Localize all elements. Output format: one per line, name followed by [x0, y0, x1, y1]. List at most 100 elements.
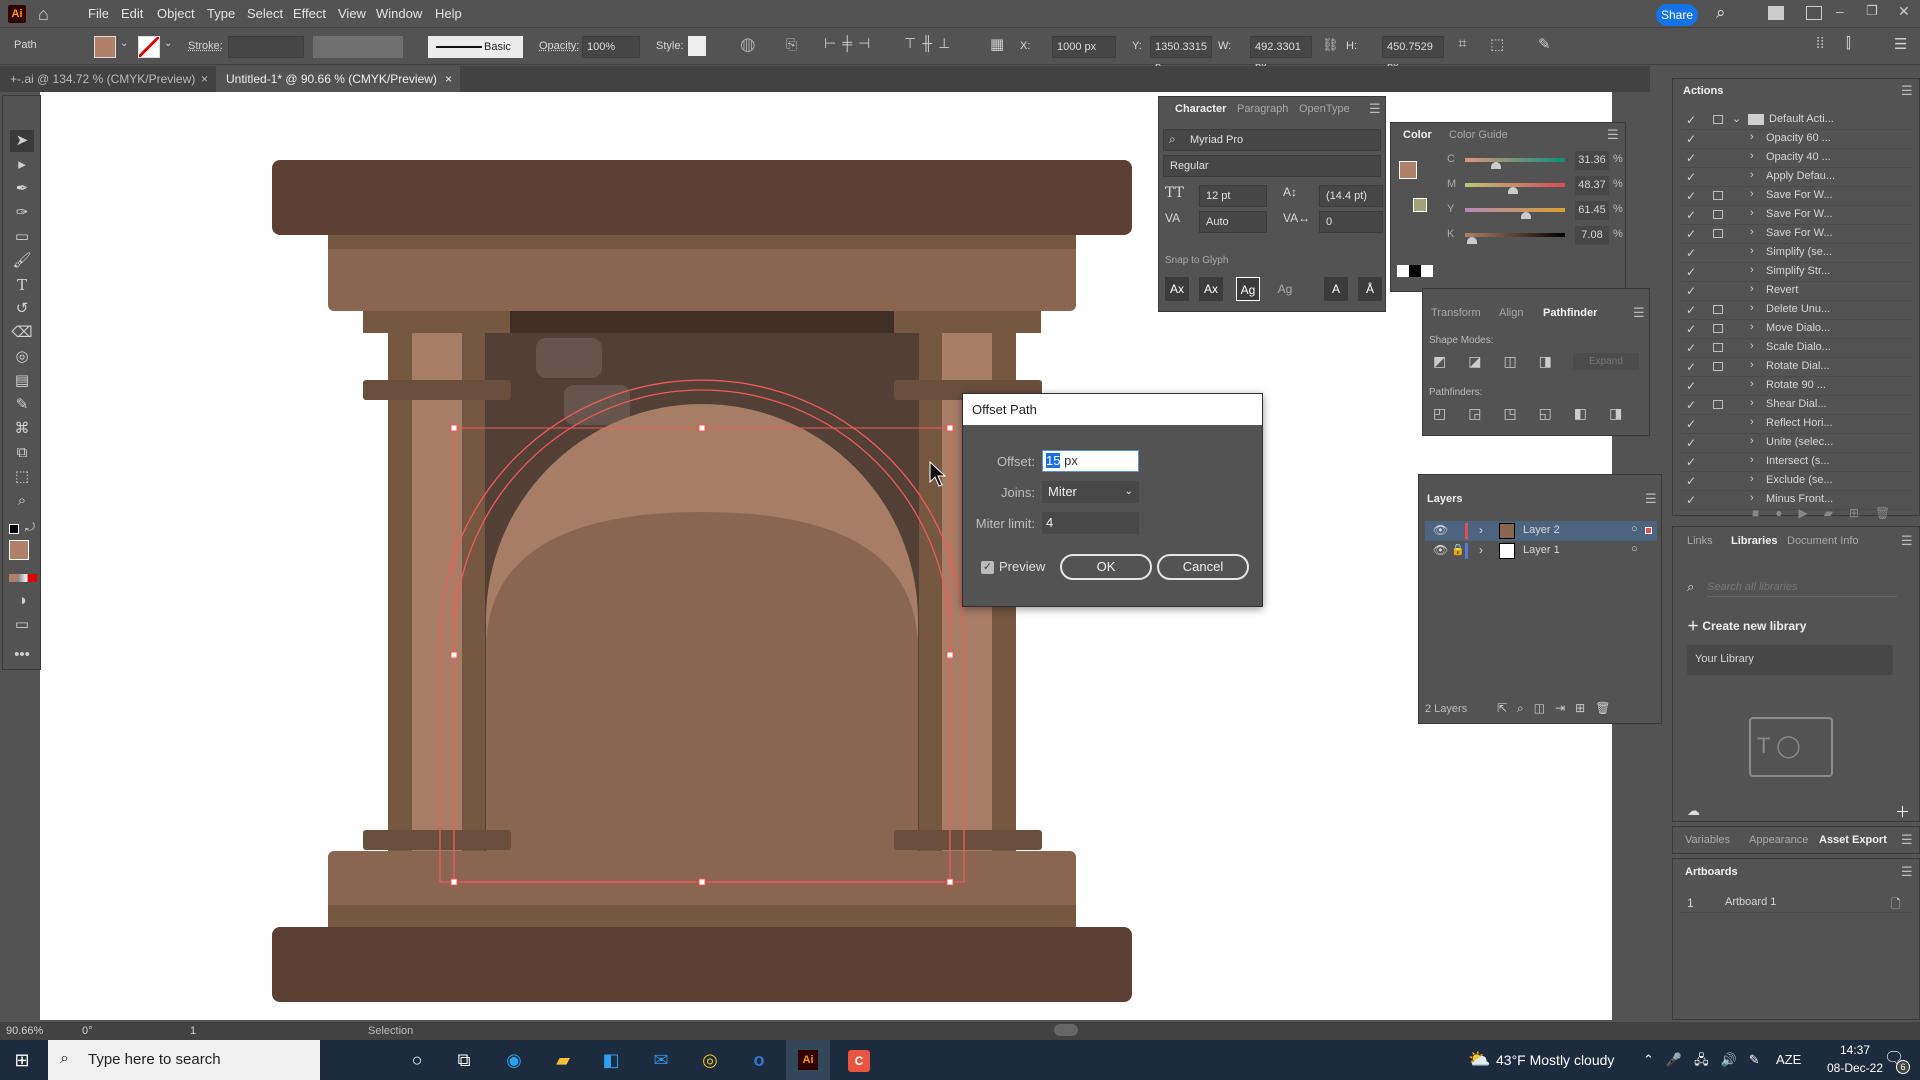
- font-style-field[interactable]: Regular: [1163, 155, 1381, 177]
- menu-view[interactable]: View: [338, 6, 366, 21]
- expand-chevron-icon[interactable]: ›: [1750, 435, 1754, 447]
- action-item[interactable]: ✓ › Revert: [1680, 282, 1912, 301]
- dialog-toggle-icon[interactable]: [1713, 362, 1723, 371]
- action-item[interactable]: ✓ › Reflect Hori...: [1680, 415, 1912, 434]
- layer-footer-buttons[interactable]: ⇱⌕◫⇥⊞🗑: [1497, 701, 1620, 716]
- shape-builder-tool-icon[interactable]: ◎: [10, 346, 34, 368]
- close-tab-icon[interactable]: ×: [201, 66, 208, 92]
- toggle-check-icon[interactable]: ✓: [1686, 379, 1696, 393]
- camtasia-icon[interactable]: C: [848, 1050, 870, 1072]
- channel-slider-thumb[interactable]: [1491, 162, 1502, 169]
- panel-menu-icon[interactable]: ☰: [1901, 533, 1913, 549]
- channel-slider-track[interactable]: [1465, 208, 1565, 212]
- out-of-gamut-swatch[interactable]: [1413, 198, 1427, 212]
- toggle-check-icon[interactable]: ✓: [1686, 189, 1696, 203]
- artboard-name[interactable]: Artboard 1: [1725, 896, 1776, 908]
- tab-appearance[interactable]: Appearance: [1749, 834, 1808, 846]
- panel-menu-icon[interactable]: ☰: [1901, 864, 1913, 880]
- eyedropper-tool-icon[interactable]: ✎: [10, 394, 34, 416]
- menu-select[interactable]: Select: [247, 6, 283, 21]
- snap-glyph-bounds-icon[interactable]: Ag: [1236, 277, 1260, 301]
- channel-slider-thumb[interactable]: [1521, 212, 1532, 219]
- kerning-field[interactable]: Auto: [1199, 211, 1267, 233]
- dialog-toggle-icon[interactable]: [1713, 191, 1723, 200]
- collapse-chevron-icon[interactable]: ⌄: [1732, 112, 1741, 125]
- tab-links[interactable]: Links: [1687, 535, 1713, 547]
- joins-select[interactable]: Miter ⌄: [1042, 481, 1139, 503]
- preview-label[interactable]: Preview: [999, 559, 1045, 574]
- font-family-field[interactable]: Myriad Pro: [1163, 129, 1381, 151]
- actions-footer-buttons[interactable]: ■●▶▰⊞🗑: [1752, 506, 1906, 520]
- close-window-button[interactable]: ✕: [1898, 3, 1910, 20]
- toggle-check-icon[interactable]: ✓: [1686, 360, 1696, 374]
- toggle-check-icon[interactable]: ✓: [1686, 493, 1696, 507]
- align-vertical-icons[interactable]: ⊤╫⊥: [904, 35, 956, 52]
- snap-baseline-icon[interactable]: Ax: [1165, 277, 1189, 301]
- tab-untitled-1[interactable]: Untitled-1* @ 90.66 % (CMYK/Preview) ×: [216, 66, 460, 92]
- dialog-toggle-icon[interactable]: [1713, 305, 1723, 314]
- action-item[interactable]: ✓ › Rotate Dial...: [1680, 358, 1912, 377]
- expand-chevron-icon[interactable]: ›: [1750, 226, 1754, 238]
- action-item[interactable]: ✓ › Move Dialo...: [1680, 320, 1912, 339]
- panel-menu-icon[interactable]: ☰: [1645, 491, 1657, 507]
- file-explorer-icon[interactable]: ▰: [549, 1046, 577, 1074]
- toggle-check-icon[interactable]: ✓: [1686, 113, 1696, 127]
- action-set-default[interactable]: ✓ ⌄ Default Acti...: [1680, 111, 1912, 130]
- reference-point-icon[interactable]: ▦: [990, 35, 1004, 53]
- preview-checkbox[interactable]: ✓: [981, 561, 994, 574]
- opacity-label[interactable]: Opacity:: [539, 40, 579, 52]
- menu-type[interactable]: Type: [207, 6, 235, 21]
- toggle-check-icon[interactable]: ✓: [1686, 322, 1696, 336]
- tracking-field[interactable]: 0: [1319, 211, 1383, 233]
- constrain-proportions-icon[interactable]: ⛓: [1322, 37, 1339, 53]
- artboard-align-icon[interactable]: ⎘: [786, 36, 797, 53]
- paintbrush-tool-icon[interactable]: 🖌: [10, 250, 34, 272]
- toggle-check-icon[interactable]: ✓: [1686, 341, 1696, 355]
- none-black-white-swatches[interactable]: [1397, 265, 1433, 277]
- expand-chevron-icon[interactable]: ›: [1750, 359, 1754, 371]
- fill-dropdown-chevron-icon[interactable]: ⌄: [120, 38, 128, 49]
- expand-chevron-icon[interactable]: ›: [1750, 454, 1754, 466]
- opacity-field[interactable]: 100%: [582, 36, 640, 58]
- layer-row-layer-2[interactable]: 👁 › Layer 2 ○: [1425, 521, 1657, 541]
- color-fill-swatch[interactable]: [1399, 161, 1417, 179]
- action-item[interactable]: ✓ › Simplify Str...: [1680, 263, 1912, 282]
- y-field[interactable]: 1350.3315 p: [1150, 36, 1212, 73]
- tab-variables[interactable]: Variables: [1685, 834, 1730, 846]
- dialog-toggle-icon[interactable]: [1713, 229, 1723, 238]
- panel-menu-icon[interactable]: ☰: [1633, 305, 1645, 321]
- tab-color[interactable]: Color: [1403, 129, 1432, 141]
- expand-chevron-icon[interactable]: ›: [1750, 378, 1754, 390]
- menu-edit[interactable]: Edit: [121, 6, 143, 21]
- zoom-level[interactable]: 90.66%: [6, 1025, 43, 1037]
- action-item[interactable]: ✓ › Save For W...: [1680, 187, 1912, 206]
- input-language[interactable]: AZE: [1776, 1052, 1801, 1067]
- rectangle-tool-icon[interactable]: ▭: [10, 226, 34, 248]
- swap-colors-icon[interactable]: ⤾: [25, 520, 35, 535]
- artboard-options-icon[interactable]: 🗋: [1891, 895, 1901, 916]
- expand-chevron-icon[interactable]: ›: [1750, 207, 1754, 219]
- offset-input[interactable]: 15 px: [1042, 450, 1139, 472]
- add-library-item-icon[interactable]: ＋: [1895, 801, 1910, 822]
- menu-window[interactable]: Window: [376, 6, 422, 21]
- action-item[interactable]: ✓ › Exclude (se...: [1680, 472, 1912, 491]
- action-item[interactable]: ✓ › Scale Dialo...: [1680, 339, 1912, 358]
- snap-anchor-icon[interactable]: Å: [1358, 277, 1382, 301]
- puppet-warp-tool-icon[interactable]: ⌘: [10, 418, 34, 440]
- channel-slider-track[interactable]: [1465, 183, 1565, 187]
- menu-effect[interactable]: Effect: [293, 6, 326, 21]
- toggle-check-icon[interactable]: ✓: [1686, 455, 1696, 469]
- lock-icon[interactable]: 🔒: [1451, 543, 1465, 556]
- edit-path-icon[interactable]: ✎: [1538, 35, 1551, 53]
- toggle-check-icon[interactable]: ✓: [1686, 170, 1696, 184]
- eraser-tool-icon[interactable]: ⌫: [10, 322, 34, 344]
- action-item[interactable]: ✓ › Intersect (s...: [1680, 453, 1912, 472]
- stroke-label[interactable]: Stroke:: [188, 40, 223, 52]
- layer-name[interactable]: Layer 2: [1523, 524, 1560, 536]
- tab-transform[interactable]: Transform: [1431, 307, 1481, 319]
- direct-selection-tool-icon[interactable]: ▸: [10, 154, 34, 176]
- taskbar-search-box[interactable]: Type here to search: [48, 1040, 320, 1080]
- your-library-item[interactable]: Your Library: [1687, 645, 1893, 675]
- default-colors-icon[interactable]: [9, 524, 19, 534]
- isolate-icon[interactable]: ⬚: [1490, 35, 1504, 53]
